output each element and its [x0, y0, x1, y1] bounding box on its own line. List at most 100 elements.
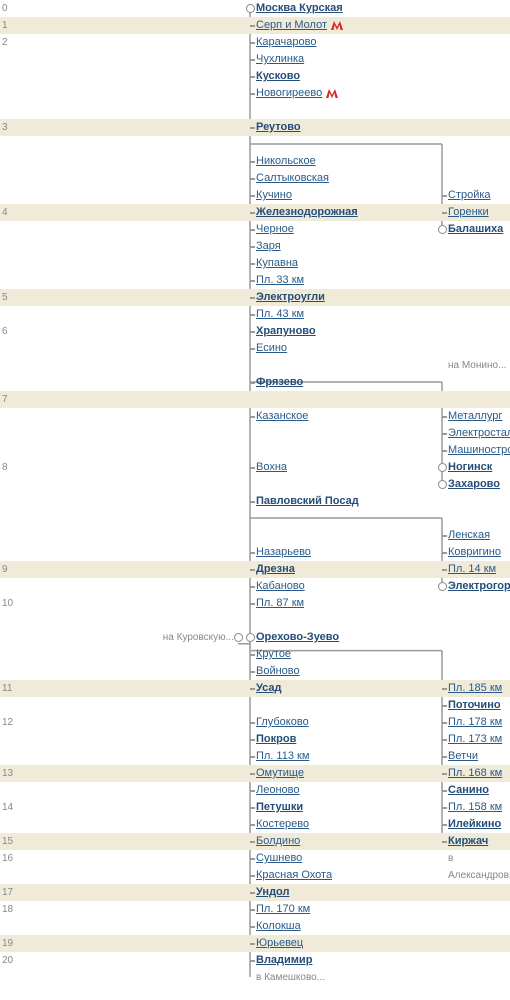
station-link[interactable]: Заря: [256, 240, 281, 252]
station-link[interactable]: Ногинск: [448, 461, 492, 473]
station-link[interactable]: Пл. 170 км: [256, 903, 310, 915]
station-cell: Дрезна: [256, 561, 295, 578]
station-link[interactable]: Колокша: [256, 920, 301, 932]
zone-number: 9: [2, 561, 8, 578]
station-link[interactable]: Пл. 173 км: [448, 733, 502, 745]
station-link[interactable]: Пл. 185 км: [448, 682, 502, 694]
station-link[interactable]: Горенки: [448, 206, 489, 218]
row: 11УсадПл. 185 км: [0, 680, 510, 697]
station-cell: Вохна: [256, 459, 287, 476]
station-link[interactable]: Орехово-Зуево: [256, 631, 339, 643]
station-link[interactable]: Железнодорожная: [256, 206, 358, 218]
station-link[interactable]: Кучино: [256, 189, 292, 201]
station-tick: [250, 501, 255, 503]
row: Пл. 33 км: [0, 272, 510, 289]
station-link[interactable]: Захарово: [448, 478, 500, 490]
station-link[interactable]: Дрезна: [256, 563, 295, 575]
station-link[interactable]: Пл. 178 км: [448, 716, 502, 728]
station-link[interactable]: Киржач: [448, 835, 488, 847]
station-tick: [250, 688, 255, 690]
station-link[interactable]: Ундол: [256, 886, 289, 898]
station-tick: [250, 858, 255, 860]
station-link[interactable]: Никольское: [256, 155, 316, 167]
station-link[interactable]: Пл. 87 км: [256, 597, 304, 609]
station-link[interactable]: Ленская: [448, 529, 490, 541]
station-link[interactable]: Стройка: [448, 189, 491, 201]
station-tick: [250, 807, 255, 809]
station-tick: [442, 807, 447, 809]
station-link[interactable]: Ветчи: [448, 750, 478, 762]
row: Покров Пл. 173 км: [0, 731, 510, 748]
branch-station-cell: Металлург: [448, 408, 502, 425]
station-link[interactable]: Покров: [256, 733, 296, 745]
station-link[interactable]: Пл. 113 км: [256, 750, 309, 762]
station-link[interactable]: Реутово: [256, 121, 301, 133]
station-link[interactable]: Войново: [256, 665, 300, 677]
station-link[interactable]: Кусково: [256, 70, 300, 82]
station-link[interactable]: Поточино: [448, 699, 501, 711]
station-link[interactable]: Москва Курская: [256, 2, 343, 14]
station-link[interactable]: Назарьево: [256, 546, 311, 558]
station-link[interactable]: Электроугли: [256, 291, 325, 303]
station-link[interactable]: Карачарово: [256, 36, 316, 48]
station-link[interactable]: Петушки: [256, 801, 303, 813]
station-link[interactable]: Фрязево: [256, 376, 303, 388]
station-link[interactable]: Черное: [256, 223, 294, 235]
station-tick: [250, 654, 255, 656]
station-node-circle: [246, 4, 255, 13]
station-cell: Новогиреево: [256, 85, 339, 102]
station-link[interactable]: Красная Охота: [256, 869, 332, 881]
station-link[interactable]: Юрьевец: [256, 937, 303, 949]
station-link[interactable]: Балашиха: [448, 223, 503, 235]
station-link[interactable]: Машиностроитель: [448, 444, 510, 456]
station-link[interactable]: Костерево: [256, 818, 309, 830]
station-link[interactable]: Храпуново: [256, 325, 316, 337]
row: Ленская: [0, 527, 510, 544]
direction-note: на Монино...: [448, 357, 506, 374]
station-link[interactable]: Вохна: [256, 461, 287, 473]
station-link[interactable]: Металлург: [448, 410, 502, 422]
station-link[interactable]: Усад: [256, 682, 282, 694]
station-tick: [250, 263, 255, 265]
branch-station-cell: Пл. 178 км: [448, 714, 502, 731]
row: Машиностроитель: [0, 442, 510, 459]
station-link[interactable]: Сушнево: [256, 852, 302, 864]
station-tick: [250, 314, 255, 316]
station-cell: Черное: [256, 221, 294, 238]
station-link[interactable]: Пл. 158 км: [448, 801, 502, 813]
branch-station-cell: Электросталь: [448, 425, 510, 442]
station-link[interactable]: Новогиреево: [256, 87, 322, 99]
station-link[interactable]: Салтыковская: [256, 172, 329, 184]
station-tick: [250, 943, 255, 945]
station-cell: Кучино: [256, 187, 292, 204]
station-link[interactable]: Болдино: [256, 835, 300, 847]
station-link[interactable]: Илейкино: [448, 818, 501, 830]
station-link[interactable]: Павловский Посад: [256, 495, 359, 507]
station-link[interactable]: Глубоково: [256, 716, 309, 728]
zone-number: 10: [2, 595, 13, 612]
station-link[interactable]: Серп и Молот: [256, 19, 327, 31]
station-link[interactable]: Омутище: [256, 767, 304, 779]
station-link[interactable]: Купавна: [256, 257, 298, 269]
station-link[interactable]: Крутое: [256, 648, 291, 660]
station-link[interactable]: Пл. 33 км: [256, 274, 304, 286]
station-link[interactable]: Пл. 43 км: [256, 308, 304, 320]
station-link[interactable]: Пл. 14 км: [448, 563, 496, 575]
station-link[interactable]: Кабаново: [256, 580, 305, 592]
row: Никольское: [0, 153, 510, 170]
station-link[interactable]: Владимир: [256, 954, 312, 966]
row: Есино: [0, 340, 510, 357]
zone-number: 20: [2, 952, 13, 969]
station-link[interactable]: Ковригино: [448, 546, 501, 558]
row: Новогиреево: [0, 85, 510, 102]
station-link[interactable]: Электрогорск: [448, 580, 510, 592]
station-link[interactable]: Леоново: [256, 784, 299, 796]
station-link[interactable]: Есино: [256, 342, 287, 354]
station-link[interactable]: Электросталь: [448, 427, 510, 439]
station-link[interactable]: Казанское: [256, 410, 308, 422]
station-link[interactable]: Пл. 168 км: [448, 767, 502, 779]
row: Кусково: [0, 68, 510, 85]
station-link[interactable]: Санино: [448, 784, 489, 796]
station-link[interactable]: Чухлинка: [256, 53, 304, 65]
station-tick: [250, 467, 255, 469]
